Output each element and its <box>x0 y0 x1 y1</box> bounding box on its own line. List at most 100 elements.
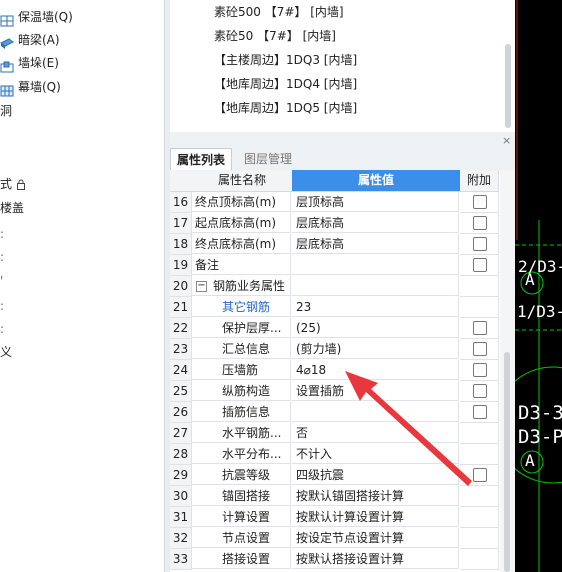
table-row[interactable]: 29 抗震等级 四级抗震 <box>170 465 500 486</box>
property-value[interactable]: (剪力墙) <box>292 339 459 359</box>
property-name: 其它钢筋 <box>192 297 291 317</box>
component-list-item[interactable]: 【地库周边】1DQ5 [内墙] <box>214 96 357 120</box>
property-value[interactable]: 23 <box>292 297 459 317</box>
component-list-item[interactable]: 【主楼周边】1DQ3 [内墙] <box>214 48 357 72</box>
table-row[interactable]: 28 水平分布... 不计入 <box>170 444 500 465</box>
extra-cell <box>460 360 499 381</box>
extra-cell <box>460 192 499 213</box>
extra-cell <box>460 297 499 318</box>
table-row[interactable]: 33 搭接设置 按默认搭接设置计算 <box>170 549 500 570</box>
property-value[interactable]: 四级抗震 <box>292 465 459 485</box>
table-row[interactable]: 30 锚固搭接 按默认锚固搭接计算 <box>170 486 500 507</box>
row-index: 21 <box>170 297 192 318</box>
extra-cell <box>460 339 499 360</box>
tree-item-stub[interactable]: : <box>0 223 4 245</box>
property-name: 起点底标高(m) <box>192 213 291 233</box>
property-value[interactable]: 否 <box>292 423 459 443</box>
component-list-scrollbar[interactable] <box>505 44 511 128</box>
attach-checkbox[interactable] <box>473 363 487 377</box>
table-row[interactable]: 26 插筋信息 <box>170 402 500 423</box>
property-value[interactable]: 4⌀18 <box>292 360 459 380</box>
tree-item-stub[interactable]: : <box>0 246 4 268</box>
row-index: 25 <box>170 381 192 402</box>
collapse-icon[interactable]: − <box>196 281 207 292</box>
attach-checkbox[interactable] <box>473 258 487 272</box>
property-value[interactable]: (25) <box>292 318 459 338</box>
tab-layers[interactable]: 图层管理 <box>238 148 298 170</box>
component-list-item[interactable]: 【地库周边】1DQ4 [内墙] <box>214 72 357 96</box>
tree-item-label: 幕墙(Q) <box>18 80 61 94</box>
attach-checkbox[interactable] <box>473 384 487 398</box>
lock-icon <box>16 177 26 191</box>
table-row[interactable]: 25 纵筋构造 设置插筋 <box>170 381 500 402</box>
property-name: 水平分布... <box>192 444 291 464</box>
property-value[interactable] <box>292 255 459 275</box>
property-value[interactable]: 层顶标高 <box>292 192 459 212</box>
row-index: 19 <box>170 255 192 276</box>
tree-item-floor-slab[interactable]: 楼盖 <box>0 197 24 219</box>
attach-checkbox[interactable] <box>473 342 487 356</box>
table-row[interactable]: 21 其它钢筋 23 <box>170 297 500 318</box>
property-value[interactable]: 按设定节点设置计算 <box>292 528 459 548</box>
row-index: 20 <box>170 276 192 297</box>
extra-cell <box>460 528 499 549</box>
tab-properties[interactable]: 属性列表 <box>170 148 233 171</box>
cad-label: D3-P <box>518 426 562 448</box>
property-name: 终点顶标高(m) <box>192 192 291 212</box>
tree-item-insulation-wall[interactable]: 保温墙(Q) <box>0 6 73 28</box>
tree-item-stub[interactable]: : <box>0 318 4 340</box>
row-index: 23 <box>170 339 192 360</box>
table-row[interactable]: 19 备注 <box>170 255 500 276</box>
tree-item-stub[interactable]: ' <box>0 270 3 292</box>
tree-item-stub[interactable]: : <box>0 295 4 317</box>
tree-item-style[interactable]: 式 <box>0 173 26 195</box>
header-property-name: 属性名称 <box>192 170 293 192</box>
property-value[interactable]: 设置插筋 <box>292 381 459 401</box>
attach-checkbox[interactable] <box>473 237 487 251</box>
property-value[interactable]: 层底标高 <box>292 234 459 254</box>
tree-item-label-stub: : <box>0 227 5 241</box>
table-row[interactable]: 31 计算设置 按默认计算设置计算 <box>170 507 500 528</box>
property-value[interactable] <box>292 276 459 296</box>
tree-item-label-stub: : <box>0 250 5 264</box>
curtain-wall-icon <box>0 82 14 96</box>
property-name: 节点设置 <box>192 528 291 548</box>
attach-checkbox[interactable] <box>473 468 487 482</box>
property-value[interactable]: 按默认锚固搭接计算 <box>292 486 459 506</box>
component-list-item[interactable]: 素砼500 【7#】 [内墙] <box>214 0 344 24</box>
scrollbar-thumb[interactable] <box>504 352 510 572</box>
attach-checkbox[interactable] <box>473 195 487 209</box>
group-label: 钢筋业务属性 <box>213 279 286 293</box>
tree-item-hidden-beam[interactable]: 暗梁(A) <box>0 29 60 51</box>
tree-item-wall-pier[interactable]: 墙垛(E) <box>0 52 59 74</box>
component-list-item[interactable]: 素砼50 【7#】 [内墙] <box>214 24 336 48</box>
drawing-canvas[interactable]: 2/D3- A 1/D3- D3-3 D3-P A <box>515 0 562 572</box>
property-value[interactable]: 不计入 <box>292 444 459 464</box>
attach-checkbox[interactable] <box>473 216 487 230</box>
table-row[interactable]: 27 水平钢筋... 否 <box>170 423 500 444</box>
cad-label: A <box>525 451 535 470</box>
row-index: 26 <box>170 402 192 423</box>
tree-item-opening[interactable]: 洞 <box>0 100 12 122</box>
attach-checkbox[interactable] <box>473 405 487 419</box>
property-value[interactable] <box>292 402 459 422</box>
property-value[interactable]: 层底标高 <box>292 213 459 233</box>
table-row[interactable]: 20− 钢筋业务属性 <box>170 276 500 297</box>
tree-item-curtain-wall[interactable]: 幕墙(Q) <box>0 76 61 98</box>
table-row[interactable]: 22 保护层厚... (25) <box>170 318 500 339</box>
row-index: 22 <box>170 318 192 339</box>
attach-checkbox[interactable] <box>473 321 487 335</box>
table-row[interactable]: 23 汇总信息 (剪力墙) <box>170 339 500 360</box>
tab-bar: 属性列表 图层管理 <box>170 146 515 171</box>
table-row[interactable]: 17 起点底标高(m) 层底标高 <box>170 213 500 234</box>
table-row[interactable]: 18 终点底标高(m) 层底标高 <box>170 234 500 255</box>
table-row[interactable]: 32 节点设置 按设定节点设置计算 <box>170 528 500 549</box>
table-row[interactable]: 16 终点顶标高(m) 层顶标高 <box>170 192 500 213</box>
property-value[interactable]: 按默认计算设置计算 <box>292 507 459 527</box>
row-index: 29 <box>170 465 192 486</box>
tree-item-label: 式 <box>0 177 13 191</box>
property-value[interactable]: 按默认搭接设置计算 <box>292 549 459 569</box>
table-row[interactable]: 24 压墙筋 4⌀18 <box>170 360 500 381</box>
tree-item-definition[interactable]: 义 <box>0 341 12 363</box>
table-scrollbar[interactable] <box>500 170 515 572</box>
